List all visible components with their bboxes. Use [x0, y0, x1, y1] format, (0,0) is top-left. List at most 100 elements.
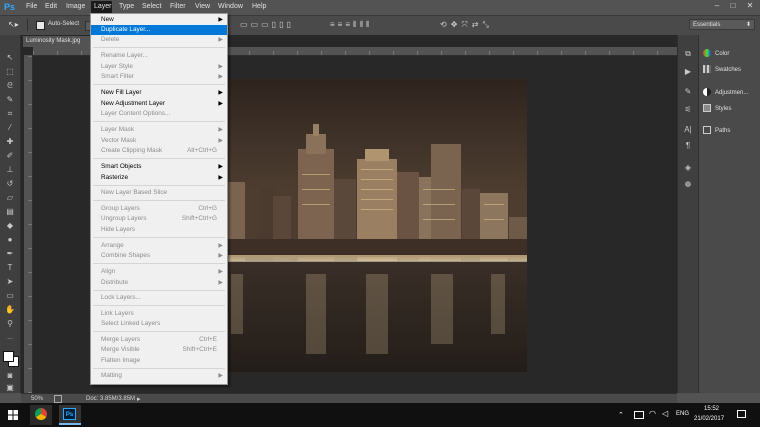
menu-item-rename-layer[interactable]: Rename Layer...	[91, 51, 227, 61]
clone-source-icon[interactable]: ⚟	[683, 105, 693, 115]
panel-paths[interactable]: Paths	[703, 126, 730, 136]
menu-window[interactable]: Window	[218, 3, 243, 10]
menu-type[interactable]: Type	[119, 3, 134, 10]
close-icon[interactable]: ✕	[745, 1, 755, 11]
edit-toolbar-icon[interactable]: …	[4, 333, 16, 343]
move-tool-icon[interactable]: ↖▸	[8, 20, 19, 29]
menu-item-duplicate-layer[interactable]: Duplicate Layer...	[91, 25, 227, 35]
menu-image[interactable]: Image	[66, 3, 85, 10]
chrome-icon[interactable]	[35, 408, 47, 420]
menu-view[interactable]: View	[195, 3, 210, 10]
actions-panel-icon[interactable]: ▶	[683, 67, 693, 77]
menu-item-flatten-image[interactable]: Flatten Image	[91, 356, 227, 366]
chevron-up-icon[interactable]: ⌃	[618, 411, 624, 419]
maximize-icon[interactable]: □	[728, 1, 738, 11]
workspace-switcher[interactable]: Essentials ⬍	[689, 19, 755, 30]
menu-file[interactable]: File	[26, 3, 37, 10]
eyedropper-tool-icon[interactable]: ⁄	[4, 123, 16, 133]
pen-tool-icon[interactable]: ✒	[4, 249, 16, 259]
menu-item-select-linked-layers[interactable]: Select Linked Layers	[91, 319, 227, 329]
language-indicator[interactable]: ENG	[676, 411, 689, 417]
panel-styles[interactable]: Styles	[703, 104, 731, 114]
windows-start-icon[interactable]	[8, 410, 18, 420]
menu-item-matting[interactable]: Matting ▶	[91, 371, 227, 381]
menu-item-ungroup-layers[interactable]: Ungroup Layers Shift+Ctrl+G	[91, 214, 227, 224]
menu-edit[interactable]: Edit	[45, 3, 57, 10]
menu-layer[interactable]: Layer	[94, 3, 112, 10]
character-panel-icon[interactable]: A|	[683, 125, 693, 135]
distribute-icons[interactable]: ≡≡≡⦀⦀⦀	[330, 20, 373, 30]
layers-panel-icon[interactable]: ◈	[683, 163, 693, 173]
move-tool-icon[interactable]: ↖	[4, 53, 16, 63]
minimize-icon[interactable]: –	[712, 1, 722, 11]
3d-mode-icons[interactable]: ⟲✥⤧⇄⤡	[440, 20, 493, 30]
menu-item-rasterize[interactable]: Rasterize ▶	[91, 173, 227, 183]
menu-item-combine-shapes[interactable]: Combine Shapes ▶	[91, 251, 227, 261]
menu-item-arrange[interactable]: Arrange ▶	[91, 241, 227, 251]
menu-item-new-adjustment-layer[interactable]: New Adjustment Layer ▶	[91, 99, 227, 109]
auto-select-label: Auto-Select	[48, 21, 80, 27]
menu-item-link-layers[interactable]: Link Layers	[91, 309, 227, 319]
menu-help[interactable]: Help	[252, 3, 266, 10]
healing-brush-tool-icon[interactable]: ✚	[4, 137, 16, 147]
menu-item-layer-mask[interactable]: Layer Mask ▶	[91, 125, 227, 135]
menu-item-lock-layers[interactable]: Lock Layers...	[91, 293, 227, 303]
history-brush-tool-icon[interactable]: ↺	[4, 179, 16, 189]
clone-stamp-tool-icon[interactable]: ⊥	[4, 165, 16, 175]
menu-item-merge-layers[interactable]: Merge Layers Ctrl+E	[91, 335, 227, 345]
lasso-tool-icon[interactable]: ᘓ	[4, 81, 16, 91]
menu-item-smart-objects[interactable]: Smart Objects ▶	[91, 162, 227, 172]
menu-item-new-fill-layer[interactable]: New Fill Layer ▶	[91, 88, 227, 98]
menu-item-delete[interactable]: Delete ▶	[91, 35, 227, 45]
channels-panel-icon[interactable]: ❁	[683, 180, 693, 190]
clock-date[interactable]: 21/02/2017	[694, 416, 724, 422]
history-panel-icon[interactable]: ⧉	[683, 49, 693, 59]
menu-filter[interactable]: Filter	[170, 3, 186, 10]
volume-icon[interactable]: ◁	[662, 409, 668, 418]
status-info-icon[interactable]	[54, 395, 62, 403]
screen-mode-icon[interactable]: ▣	[4, 383, 16, 393]
align-icons[interactable]: ▭▭▭▯▯▯	[240, 20, 294, 29]
dodge-tool-icon[interactable]: ●	[4, 235, 16, 245]
hand-tool-icon[interactable]: ✋	[4, 305, 16, 315]
quick-select-tool-icon[interactable]: ✎	[4, 95, 16, 105]
canvas-image[interactable]	[226, 79, 527, 372]
panel-color[interactable]: Color	[703, 49, 729, 59]
panel-adjustments[interactable]: Adjustmen...	[703, 88, 748, 98]
type-tool-icon[interactable]: T	[4, 263, 16, 273]
wifi-icon[interactable]: ◠	[649, 409, 656, 418]
menu-item-layer-style[interactable]: Layer Style ▶	[91, 62, 227, 72]
blur-tool-icon[interactable]: ◆	[4, 221, 16, 231]
menu-item-smart-filter[interactable]: Smart Filter ▶	[91, 72, 227, 82]
action-center-icon[interactable]	[737, 410, 746, 418]
menu-item-layer-content-options[interactable]: Layer Content Options...	[91, 109, 227, 119]
brush-tool-icon[interactable]: ✐	[4, 151, 16, 161]
document-tab[interactable]: Luminosity Mask.jpg	[23, 36, 92, 47]
menu-item-distribute[interactable]: Distribute ▶	[91, 278, 227, 288]
menu-item-new[interactable]: New ▶	[91, 15, 227, 25]
menu-item-create-clipping-mask[interactable]: Create Clipping Mask Alt+Ctrl+G	[91, 146, 227, 156]
menu-item-merge-visible[interactable]: Merge Visible Shift+Ctrl+E	[91, 345, 227, 355]
clock-time[interactable]: 15:52	[704, 406, 719, 412]
marquee-tool-icon[interactable]: ⬚	[4, 67, 16, 77]
menu-select[interactable]: Select	[142, 3, 161, 10]
brush-panel-icon[interactable]: ✎	[683, 87, 693, 97]
menu-item-new-layer-based-slice[interactable]: New Layer Based Slice	[91, 188, 227, 198]
eraser-tool-icon[interactable]: ▱	[4, 193, 16, 203]
panel-swatches[interactable]: Swatches	[703, 65, 741, 75]
zoom-tool-icon[interactable]: ⚲	[4, 319, 16, 329]
battery-icon[interactable]	[634, 411, 644, 419]
shape-tool-icon[interactable]: ▭	[4, 291, 16, 301]
zoom-level[interactable]: 50%	[31, 396, 43, 402]
chevron-right-icon[interactable]: ▸	[137, 395, 141, 403]
gradient-tool-icon[interactable]: ▤	[4, 207, 16, 217]
auto-select-checkbox[interactable]	[36, 21, 45, 30]
menu-item-vector-mask[interactable]: Vector Mask ▶	[91, 136, 227, 146]
quick-mask-icon[interactable]: ◙	[4, 371, 16, 381]
menu-item-group-layers[interactable]: Group Layers Ctrl+G	[91, 204, 227, 214]
crop-tool-icon[interactable]: ⌗	[4, 109, 16, 119]
menu-item-hide-layers[interactable]: Hide Layers	[91, 225, 227, 235]
path-select-tool-icon[interactable]: ➤	[4, 277, 16, 287]
menu-item-align[interactable]: Align ▶	[91, 267, 227, 277]
paragraph-panel-icon[interactable]: ¶	[683, 141, 693, 151]
